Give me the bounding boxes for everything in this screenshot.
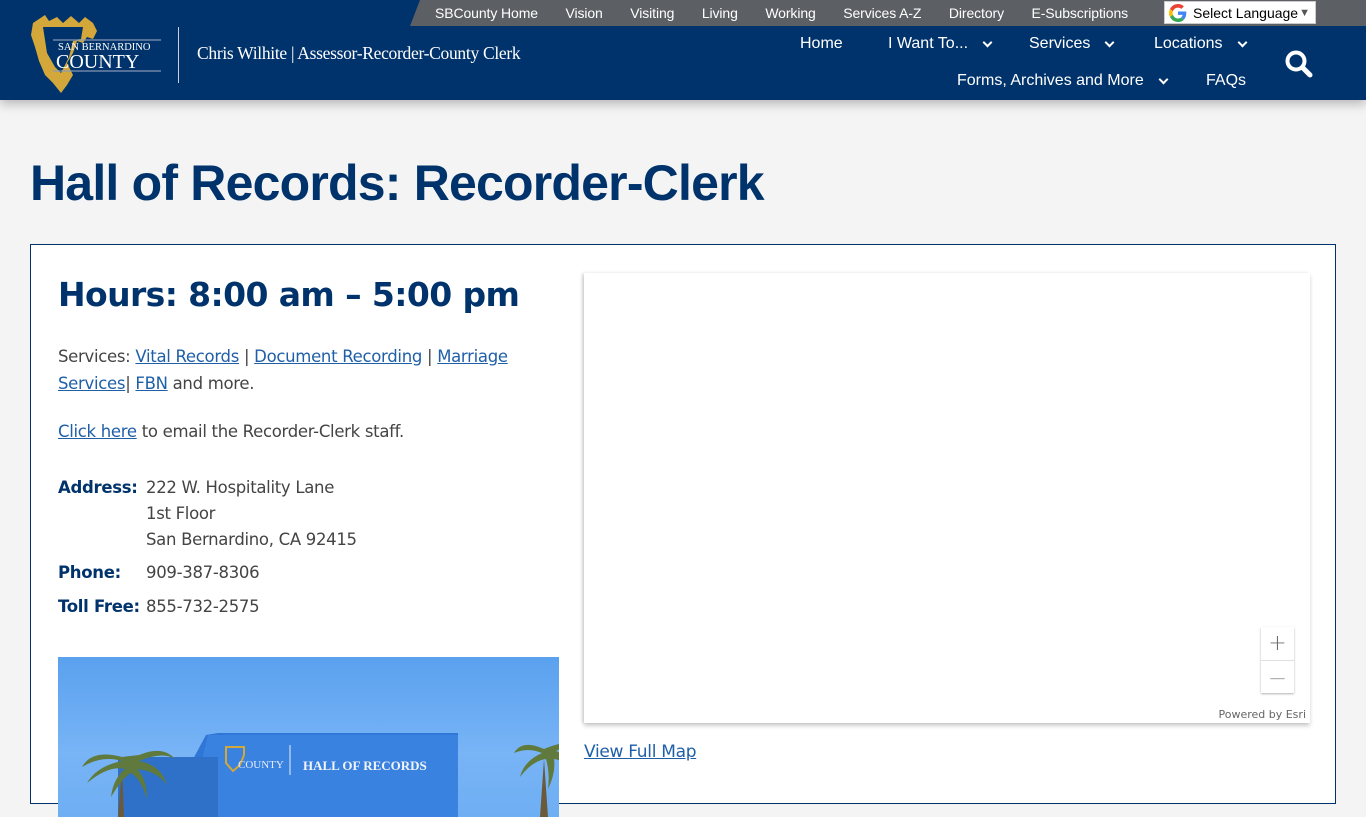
location-card: Hours: 8:00 am – 5:00 pm Services: Vital…: [30, 244, 1336, 817]
utility-link-directory[interactable]: Directory: [949, 5, 1004, 21]
utility-link-e-subscriptions[interactable]: E-Subscriptions: [1031, 5, 1128, 21]
link-fbn[interactable]: FBN: [135, 374, 168, 393]
view-full-map-link[interactable]: View Full Map: [584, 742, 697, 762]
utility-bar: SBCounty Home Vision Visiting Living Wor…: [410, 0, 1366, 26]
dropdown-arrow-icon: ▼: [1299, 6, 1310, 19]
chevron-down-icon: [982, 37, 993, 47]
utility-link-sbcounty-home[interactable]: SBCounty Home: [435, 5, 538, 21]
map-zoom-control: + —: [1261, 627, 1294, 693]
hours-heading: Hours: 8:00 am – 5:00 pm: [58, 275, 520, 314]
map-zoom-out-button[interactable]: —: [1261, 660, 1294, 693]
language-select-label: Select Language: [1193, 4, 1299, 21]
nav-locations-label: Locations: [1154, 35, 1223, 52]
nav-i-want-to[interactable]: I Want To...: [888, 35, 993, 53]
tollfree-label: Toll Free:: [58, 597, 140, 616]
google-icon: [1169, 3, 1187, 22]
utility-link-visiting[interactable]: Visiting: [630, 5, 674, 21]
building-illustration: COUNTY HALL OF RECORDS: [82, 733, 559, 817]
nav-faqs[interactable]: FAQs: [1206, 72, 1246, 90]
nav-services[interactable]: Services: [1029, 35, 1115, 53]
map-zoom-in-button[interactable]: +: [1261, 627, 1294, 660]
email-link[interactable]: Click here: [58, 422, 137, 441]
address-line: 1st Floor: [146, 504, 216, 523]
header-divider: [178, 27, 179, 83]
address-line: San Bernardino, CA 92415: [146, 530, 357, 549]
services-suffix: and more.: [167, 374, 255, 393]
department-title[interactable]: Chris Wilhite | Assessor-Recorder-County…: [197, 43, 521, 64]
nav-home-label: Home: [800, 35, 843, 52]
nav-home[interactable]: Home: [800, 35, 843, 53]
search-icon[interactable]: [1284, 49, 1314, 79]
location-map[interactable]: + — Powered by Esri: [584, 273, 1310, 723]
chevron-down-icon: [1237, 37, 1247, 47]
utility-links: SBCounty Home Vision Visiting Living Wor…: [435, 0, 1156, 26]
county-logo[interactable]: SAN BERNARDINO COUNTY: [27, 13, 162, 95]
utility-link-services-az[interactable]: Services A-Z: [843, 5, 921, 21]
page-title: Hall of Records: Recorder-Clerk: [30, 155, 765, 211]
logo-line2: COUNTY: [56, 51, 139, 73]
utility-link-living[interactable]: Living: [702, 5, 738, 21]
chevron-down-icon: [1104, 37, 1115, 47]
chevron-down-icon: [1158, 74, 1169, 84]
tollfree-value[interactable]: 855-732-2575: [146, 597, 260, 616]
email-description: to email the Recorder-Clerk staff.: [136, 422, 405, 441]
services-prefix: Services:: [58, 347, 136, 366]
nav-faqs-label: FAQs: [1206, 72, 1247, 89]
nav-forms-archives[interactable]: Forms, Archives and More: [957, 72, 1169, 90]
nav-forms-archives-label: Forms, Archives and More: [957, 72, 1144, 89]
utility-link-vision[interactable]: Vision: [565, 5, 602, 21]
nav-services-label: Services: [1029, 35, 1091, 52]
phone-label: Phone:: [58, 563, 121, 582]
nav-locations[interactable]: Locations: [1154, 35, 1247, 53]
services-text: Services: Vital Records | Document Recor…: [58, 347, 508, 393]
photo-logo-text: COUNTY: [238, 759, 284, 771]
address-label: Address:: [58, 478, 138, 497]
site-header: SBCounty Home Vision Visiting Living Wor…: [0, 0, 1366, 100]
photo-sign-text: HALL OF RECORDS: [303, 758, 427, 773]
email-text: Click here to email the Recorder-Clerk s…: [58, 422, 404, 441]
utility-link-working[interactable]: Working: [765, 5, 816, 21]
language-select[interactable]: Select Language ▼: [1164, 1, 1316, 24]
phone-row: Phone: 909-387-8306: [58, 563, 260, 582]
link-document-recording[interactable]: Document Recording: [254, 347, 422, 366]
address-row: Address: 222 W. Hospitality Lane 1st Flo…: [58, 475, 357, 553]
tollfree-row: Toll Free: 855-732-2575: [58, 597, 260, 616]
phone-value[interactable]: 909-387-8306: [146, 563, 260, 582]
nav-i-want-to-label: I Want To...: [888, 35, 969, 52]
map-attribution[interactable]: Powered by Esri: [1218, 708, 1306, 721]
building-photo: COUNTY HALL OF RECORDS: [58, 657, 559, 817]
link-vital-records[interactable]: Vital Records: [135, 347, 239, 366]
address-value: 222 W. Hospitality Lane 1st Floor San Be…: [146, 475, 357, 553]
address-line: 222 W. Hospitality Lane: [146, 478, 335, 497]
